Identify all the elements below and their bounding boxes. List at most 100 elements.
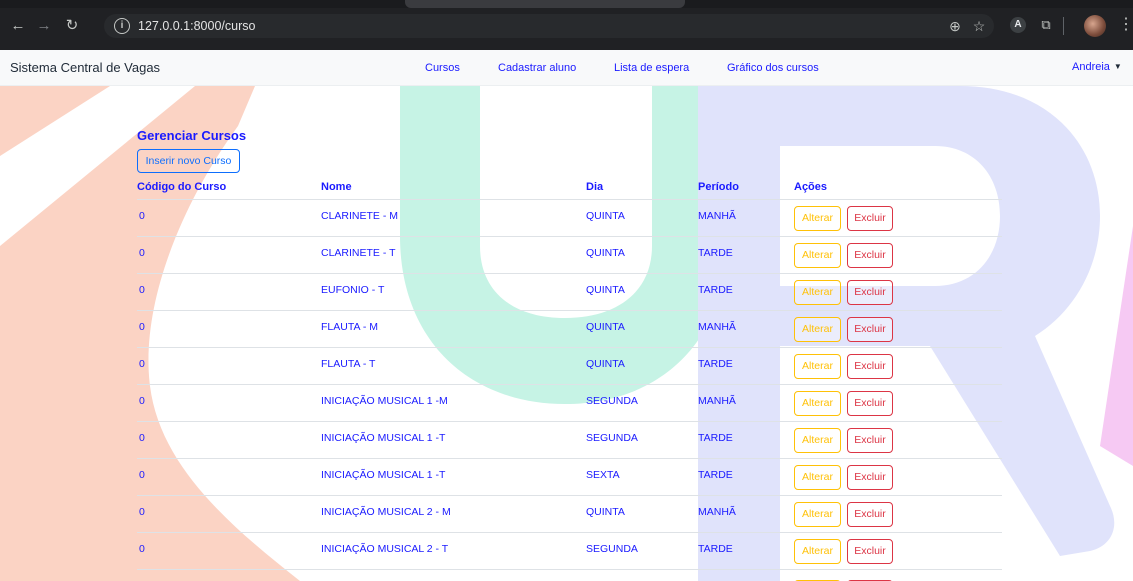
caret-down-icon: ▼	[1113, 62, 1122, 71]
col-header-periodo: Período	[698, 181, 739, 193]
extensions-puzzle-icon[interactable]: ⧉	[1036, 15, 1056, 35]
cell-nome: INICIAÇÃO MUSICAL 2 - T	[321, 543, 449, 555]
cell-dia: QUINTA	[586, 506, 625, 518]
table-row: 0 INICIAÇÃO MUSICAL 1 -M SEGUNDA MANHÃ A…	[137, 385, 1002, 422]
site-info-icon[interactable]: i	[114, 18, 130, 34]
user-menu[interactable]: Andreia ▼	[1072, 61, 1122, 73]
active-tab[interactable]	[405, 0, 685, 8]
edit-button[interactable]: Alterar	[794, 391, 841, 416]
edit-button[interactable]: Alterar	[794, 243, 841, 268]
cell-codigo: 0	[139, 395, 145, 407]
table-row: 0 FLAUTA - T QUINTA TARDE Alterar Exclui…	[137, 348, 1002, 385]
table-row: 0 INICIAÇÃO MUSICAL 1 -T SEGUNDA TARDE A…	[137, 422, 1002, 459]
delete-button[interactable]: Excluir	[847, 428, 893, 453]
user-name: Andreia	[1072, 61, 1110, 73]
cell-codigo: 0	[139, 432, 145, 444]
cell-nome: CLARINETE - M	[321, 210, 399, 222]
table-row: 0 INICIAÇÃO MUSICAL 1 -T SEXTA TARDE Alt…	[137, 459, 1002, 496]
back-arrow-icon[interactable]: ←	[8, 16, 28, 36]
delete-button[interactable]: Excluir	[847, 465, 893, 490]
cell-codigo: 0	[139, 247, 145, 259]
extension-a-icon[interactable]: A	[1010, 17, 1026, 33]
table-row: 0 CLARINETE - M QUINTA MANHÃ Alterar Exc…	[137, 200, 1002, 237]
edit-button[interactable]: Alterar	[794, 280, 841, 305]
cell-nome: INICIAÇÃO MUSICAL 1 -M	[321, 395, 448, 407]
cell-periodo: MANHÃ	[698, 210, 736, 222]
table-row: 0 EUFONIO - T QUINTA TARDE Alterar Exclu…	[137, 274, 1002, 311]
cell-codigo: 0	[139, 506, 145, 518]
table-row: 0 CLARINETE - T QUINTA TARDE Alterar Exc…	[137, 237, 1002, 274]
cell-dia: QUINTA	[586, 321, 625, 333]
edit-button[interactable]: Alterar	[794, 354, 841, 379]
cell-codigo: 0	[139, 543, 145, 555]
col-header-dia: Dia	[586, 181, 604, 193]
cell-nome: FLAUTA - M	[321, 321, 378, 333]
cell-dia: SEGUNDA	[586, 395, 638, 407]
col-header-acoes: Ações	[794, 181, 828, 193]
cell-nome: INICIAÇÃO MUSICAL 1 -T	[321, 432, 446, 444]
cell-dia: SEGUNDA	[586, 543, 638, 555]
insert-new-course-button[interactable]: Inserir novo Curso	[137, 149, 240, 173]
col-header-codigo: Código do Curso	[137, 181, 227, 193]
delete-button[interactable]: Excluir	[847, 317, 893, 342]
edit-button[interactable]: Alterar	[794, 539, 841, 564]
page-title: Gerenciar Cursos	[137, 128, 247, 143]
delete-button[interactable]: Excluir	[847, 206, 893, 231]
profile-avatar[interactable]	[1084, 15, 1106, 37]
cell-dia: QUINTA	[586, 247, 625, 259]
table-row: 0 FLAUTA - M QUINTA MANHÃ Alterar Exclui…	[137, 311, 1002, 348]
table-row: 0 INICIAÇÃO MUSICAL 2 - M QUINTA MANHÃ A…	[137, 496, 1002, 533]
bookmark-star-icon[interactable]: ☆	[970, 17, 988, 35]
cell-codigo: 0	[139, 284, 145, 296]
cell-dia: QUINTA	[586, 358, 625, 370]
cell-nome: FLAUTA - T	[321, 358, 376, 370]
cell-nome: EUFONIO - T	[321, 284, 385, 296]
cell-periodo: MANHÃ	[698, 321, 736, 333]
cell-codigo: 0	[139, 321, 145, 333]
zoom-icon[interactable]: ⊕	[946, 17, 964, 35]
delete-button[interactable]: Excluir	[847, 502, 893, 527]
cell-codigo: 0	[139, 358, 145, 370]
address-bar[interactable]: i 127.0.0.1:8000/curso ⊕ ☆	[104, 14, 994, 38]
nav-link-cursos[interactable]: Cursos	[425, 62, 460, 74]
nav-link-grafico-cursos[interactable]: Gráfico dos cursos	[727, 62, 819, 74]
edit-button[interactable]: Alterar	[794, 428, 841, 453]
toolbar-divider	[1063, 17, 1064, 35]
delete-button[interactable]: Excluir	[847, 354, 893, 379]
edit-button[interactable]: Alterar	[794, 206, 841, 231]
nav-link-lista-espera[interactable]: Lista de espera	[614, 62, 689, 74]
cell-dia: QUINTA	[586, 284, 625, 296]
edit-button[interactable]: Alterar	[794, 465, 841, 490]
delete-button[interactable]: Excluir	[847, 243, 893, 268]
cell-periodo: TARDE	[698, 284, 733, 296]
forward-arrow-icon[interactable]: →	[34, 16, 54, 36]
delete-button[interactable]: Excluir	[847, 280, 893, 305]
cell-nome: INICIAÇÃO MUSICAL 2 - M	[321, 506, 451, 518]
delete-button[interactable]: Excluir	[847, 391, 893, 416]
brand-title[interactable]: Sistema Central de Vagas	[10, 60, 160, 75]
cell-periodo: TARDE	[698, 469, 733, 481]
cell-nome: INICIAÇÃO MUSICAL 1 -T	[321, 469, 446, 481]
cell-periodo: MANHÃ	[698, 395, 736, 407]
table-row: 0 INICIAÇÃO MUSICAL 2 - T SEGUNDA TARDE …	[137, 533, 1002, 570]
cell-periodo: TARDE	[698, 358, 733, 370]
cell-dia: QUINTA	[586, 210, 625, 222]
delete-button[interactable]: Excluir	[847, 539, 893, 564]
cell-periodo: TARDE	[698, 247, 733, 259]
nav-link-cadastrar-aluno[interactable]: Cadastrar aluno	[498, 62, 576, 74]
main-content: Gerenciar Cursos Inserir novo Curso Códi…	[0, 86, 1133, 581]
edit-button[interactable]: Alterar	[794, 317, 841, 342]
app-navbar: Sistema Central de Vagas Cursos Cadastra…	[0, 50, 1133, 86]
edit-button[interactable]: Alterar	[794, 502, 841, 527]
cell-dia: SEXTA	[586, 469, 620, 481]
url-text[interactable]: 127.0.0.1:8000/curso	[138, 19, 255, 33]
cell-dia: SEGUNDA	[586, 432, 638, 444]
reload-icon[interactable]: ↻	[62, 16, 82, 36]
cell-nome: CLARINETE - T	[321, 247, 396, 259]
menu-dots-icon[interactable]: ⋮	[1118, 15, 1133, 35]
cell-periodo: TARDE	[698, 543, 733, 555]
cell-codigo: 0	[139, 469, 145, 481]
cell-periodo: TARDE	[698, 432, 733, 444]
cell-codigo: 0	[139, 210, 145, 222]
cell-periodo: MANHÃ	[698, 506, 736, 518]
